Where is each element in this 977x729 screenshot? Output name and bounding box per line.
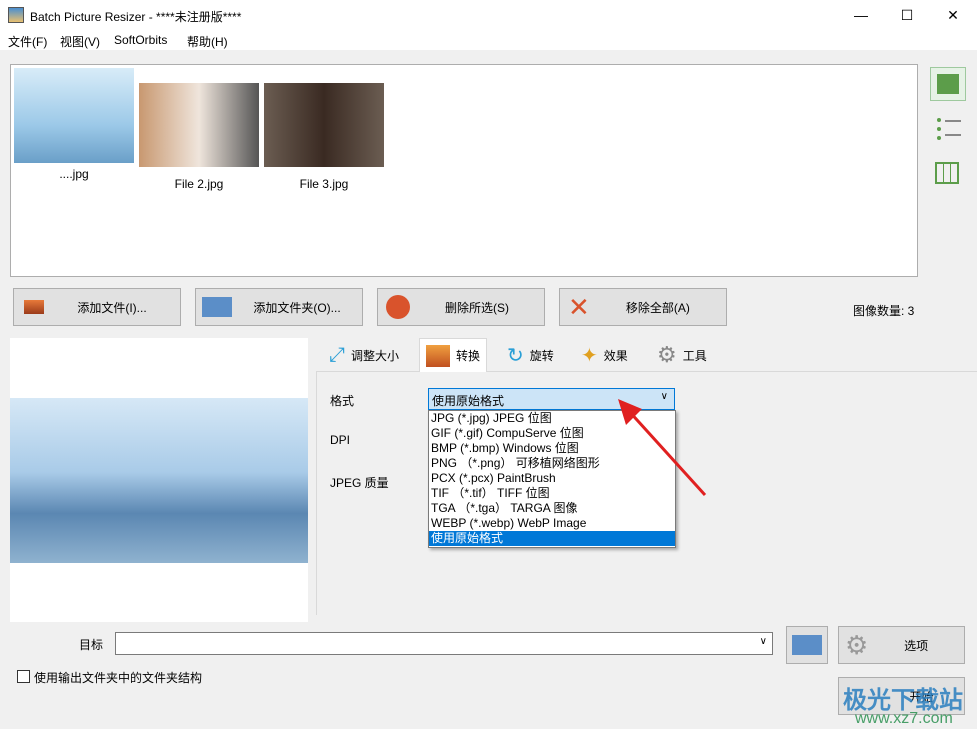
title-bar: Batch Picture Resizer - ****未注册版**** — ☐… — [0, 0, 977, 30]
thumbnail-image — [139, 83, 259, 167]
convert-icon — [426, 345, 450, 367]
magic-wand-icon: ✦ — [581, 343, 598, 368]
tab-tools[interactable]: ⚙工具 — [650, 338, 714, 372]
thumbnail-image — [14, 68, 134, 163]
rotate-icon: ↻ — [507, 343, 524, 368]
format-option[interactable]: WEBP (*.webp) WebP Image — [429, 516, 675, 531]
window-title: Batch Picture Resizer - ****未注册版**** — [30, 8, 241, 25]
view-table-icon[interactable] — [935, 162, 959, 184]
thumbnail-item[interactable] — [14, 68, 134, 163]
add-folder-button[interactable]: 添加文件夹(O)... — [195, 288, 363, 326]
thumbnail-panel[interactable]: ....jpg File 2.jpg File 3.jpg — [10, 64, 918, 277]
gear-icon: ⚙ — [657, 342, 677, 368]
minimize-button[interactable]: — — [838, 0, 884, 30]
options-button[interactable]: ⚙选项 — [838, 626, 965, 664]
keep-structure-checkbox[interactable] — [17, 670, 30, 683]
format-option[interactable]: TGA （*.tga） TARGA 图像 — [429, 501, 675, 516]
folder-icon — [202, 297, 232, 317]
thumbnail-image — [264, 83, 384, 167]
target-input[interactable]: ∨ — [115, 632, 773, 655]
red-arrow-annotation — [610, 395, 710, 500]
tab-resize[interactable]: ⤢调整大小 — [322, 338, 406, 372]
delete-selected-button[interactable]: 删除所选(S) — [377, 288, 545, 326]
keep-structure-label: 使用输出文件夹中的文件夹结构 — [34, 669, 202, 686]
maximize-button[interactable]: ☐ — [884, 0, 930, 30]
dpi-label: DPI — [330, 433, 350, 447]
view-list-icon[interactable] — [937, 118, 961, 140]
menu-bar: 文件(F) 视图(V) SoftOrbits 帮助(H) — [0, 30, 977, 50]
thumbnail-caption: File 2.jpg — [139, 177, 259, 191]
gear-icon: ⚙ — [845, 630, 868, 661]
tab-rotate[interactable]: ↻旋转 — [500, 338, 561, 372]
jpeg-quality-label: JPEG 质量 — [330, 474, 389, 491]
view-thumbnails-icon[interactable] — [930, 67, 966, 101]
add-files-button[interactable]: 添加文件(I)... — [13, 288, 181, 326]
preview-panel — [10, 338, 308, 622]
close-button[interactable]: ✕ — [930, 0, 976, 30]
tab-effects[interactable]: ✦效果 — [574, 338, 635, 372]
thumbnail-item[interactable]: File 3.jpg — [264, 69, 384, 191]
menu-view[interactable]: 视图(V) — [60, 33, 100, 50]
format-label: 格式 — [330, 392, 354, 409]
thumbnail-caption: ....jpg — [14, 167, 134, 181]
tab-convert[interactable]: 转换 — [419, 338, 487, 372]
folder-icon — [792, 635, 822, 655]
preview-image — [10, 398, 308, 563]
x-icon: ✕ — [568, 292, 590, 323]
browse-folder-button[interactable] — [786, 626, 828, 664]
resize-icon: ⤢ — [329, 344, 345, 367]
chevron-down-icon: ∨ — [760, 636, 767, 647]
menu-file[interactable]: 文件(F) — [8, 33, 47, 50]
add-image-icon — [24, 300, 44, 314]
format-option-selected[interactable]: 使用原始格式 — [429, 531, 675, 546]
thumbnail-caption: File 3.jpg — [264, 177, 384, 191]
delete-icon — [386, 295, 410, 319]
remove-all-button[interactable]: ✕移除全部(A) — [559, 288, 727, 326]
target-label: 目标 — [79, 636, 103, 653]
app-icon — [8, 7, 24, 23]
image-count: 图像数量: 3 — [853, 302, 914, 319]
menu-help[interactable]: 帮助(H) — [187, 33, 228, 50]
thumbnail-item[interactable]: File 2.jpg — [139, 69, 259, 191]
menu-softorbits[interactable]: SoftOrbits — [114, 33, 167, 47]
